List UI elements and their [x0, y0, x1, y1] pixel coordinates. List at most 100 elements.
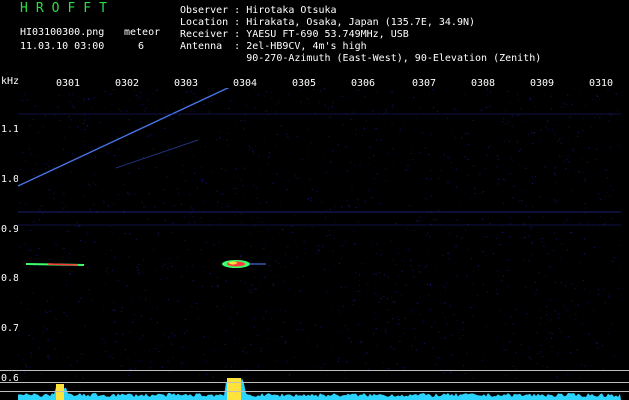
noise-speck: [597, 289, 599, 291]
noise-speck: [141, 201, 143, 203]
noise-speck: [605, 222, 607, 224]
noise-speck: [456, 226, 459, 228]
noise-speck: [236, 312, 238, 314]
noise-speck: [66, 230, 68, 232]
noise-speck: [249, 289, 251, 291]
noise-speck: [186, 331, 188, 332]
noise-speck: [481, 109, 483, 111]
noise-speck: [193, 111, 195, 113]
noise-speck: [352, 304, 354, 306]
noise-speck: [502, 137, 504, 139]
noise-speck: [606, 177, 608, 179]
noise-speck: [566, 158, 568, 160]
noise-speck: [450, 167, 452, 169]
noise-speck: [276, 204, 278, 206]
noise-speck: [249, 232, 251, 234]
noise-speck: [505, 324, 507, 326]
noise-speck: [149, 361, 151, 363]
noise-speck: [600, 198, 602, 200]
noise-speck: [401, 367, 403, 369]
noise-speck: [117, 279, 119, 281]
noise-speck: [246, 104, 248, 106]
noise-speck: [142, 335, 144, 337]
noise-speck: [472, 377, 474, 379]
noise-speck: [525, 205, 527, 207]
noise-speck: [88, 185, 90, 187]
noise-speck: [560, 142, 562, 144]
noise-speck: [431, 347, 433, 349]
noise-speck: [44, 310, 46, 312]
noise-speck: [48, 189, 50, 191]
noise-speck: [172, 357, 174, 358]
noise-speck: [418, 220, 420, 222]
noise-speck: [415, 302, 417, 304]
noise-speck: [358, 204, 360, 206]
noise-speck: [329, 116, 331, 118]
noise-speck: [515, 352, 517, 354]
noise-speck: [138, 275, 140, 277]
noise-speck: [303, 248, 305, 250]
noise-speck: [517, 94, 519, 96]
noise-speck: [534, 282, 537, 283]
noise-speck: [463, 334, 465, 336]
noise-speck: [59, 332, 61, 333]
noise-speck: [450, 372, 452, 374]
noise-speck: [571, 231, 573, 233]
noise-speck: [253, 152, 255, 154]
noise-speck: [158, 350, 160, 352]
noise-speck: [582, 172, 584, 174]
noise-speck: [228, 144, 230, 145]
noise-speck: [123, 183, 125, 185]
noise-speck: [342, 95, 345, 97]
noise-speck: [387, 321, 389, 323]
noise-speck: [512, 323, 514, 325]
noise-speck: [550, 299, 552, 301]
noise-speck: [64, 137, 66, 139]
noise-speck: [480, 110, 482, 112]
noise-speck: [181, 346, 183, 348]
noise-speck: [74, 226, 76, 228]
noise-speck: [358, 356, 360, 358]
noise-speck: [498, 311, 500, 313]
noise-speck: [340, 313, 342, 315]
noise-speck: [63, 193, 65, 195]
noise-speck: [328, 230, 330, 232]
noise-speck: [464, 156, 466, 158]
noise-speck: [526, 313, 528, 315]
noise-speck: [560, 257, 562, 259]
noise-speck: [66, 315, 69, 317]
noise-speck: [37, 132, 39, 134]
noise-speck: [479, 173, 481, 175]
noise-speck: [590, 364, 592, 366]
noise-speck: [311, 189, 313, 191]
noise-speck: [554, 172, 556, 174]
noise-speck: [525, 167, 527, 169]
noise-speck: [82, 195, 84, 197]
noise-speck: [382, 362, 384, 364]
noise-speck: [140, 315, 143, 317]
noise-speck: [532, 133, 534, 134]
noise-speck: [508, 121, 510, 123]
noise-speck: [145, 297, 147, 299]
noise-speck: [150, 367, 152, 369]
noise-speck: [575, 313, 577, 315]
noise-speck: [93, 173, 95, 175]
noise-speck: [193, 210, 195, 212]
noise-speck: [489, 222, 491, 224]
noise-speck: [383, 274, 385, 276]
noise-speck: [252, 262, 254, 264]
noise-speck: [329, 316, 331, 318]
noise-speck: [329, 209, 331, 210]
noise-speck: [538, 272, 540, 274]
noise-speck: [166, 176, 168, 178]
noise-speck: [547, 121, 549, 123]
noise-speck: [173, 335, 176, 337]
noise-speck: [328, 270, 331, 272]
noise-speck: [234, 214, 237, 216]
noise-speck: [583, 288, 585, 290]
noise-speck: [84, 354, 86, 356]
noise-speck: [353, 188, 355, 190]
noise-speck: [287, 288, 290, 290]
noise-speck: [26, 250, 28, 252]
noise-speck: [563, 221, 565, 223]
